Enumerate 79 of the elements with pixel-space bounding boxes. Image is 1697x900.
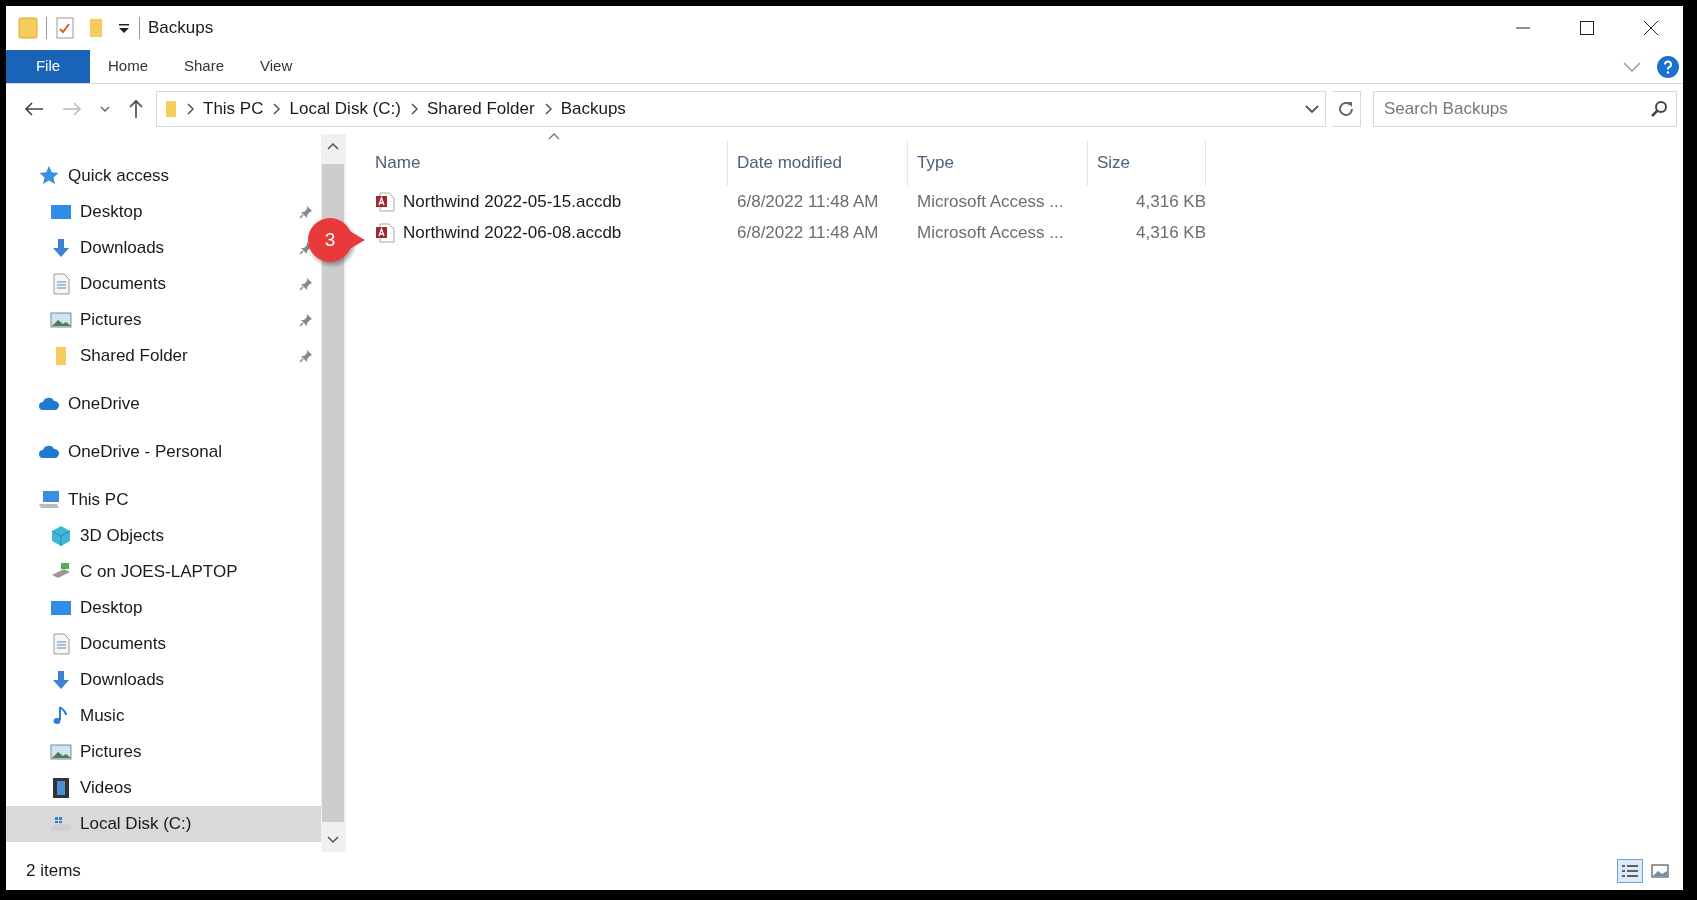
breadcrumb[interactable]: Shared Folder [426,96,535,122]
nav-item[interactable]: OneDrive [6,386,321,422]
nav-item[interactable]: Quick access [6,158,321,194]
refresh-icon[interactable] [1336,99,1356,119]
properties-icon[interactable] [55,16,75,40]
nav-item[interactable]: Local Disk (C:) [6,806,321,842]
help-icon[interactable] [1657,55,1679,78]
back-arrow-icon [24,101,44,117]
ribbon-tab[interactable]: Share [166,50,243,83]
close-icon [1643,20,1659,36]
access-file-icon [375,191,395,212]
chevron-icon [271,102,282,116]
column-header[interactable]: Name [366,140,728,186]
expand-ribbon-icon[interactable] [1623,60,1641,73]
file-type: Microsoft Access ... [916,190,1065,213]
nav-item[interactable]: This PC [6,482,321,518]
file-tab[interactable]: File [6,50,90,83]
file-size: 4,316 KB [1135,190,1206,213]
callout-tooltip: 3 [308,218,352,262]
nav-item[interactable]: Music [6,698,321,734]
column-header[interactable]: Date modified [728,140,908,186]
file-name[interactable]: Northwind 2022-06-08.accdb [403,219,622,246]
file-name[interactable]: Northwind 2022-05-15.accdb [403,188,622,215]
folder-icon [165,100,177,118]
ribbon-tab[interactable]: View [242,50,311,83]
minimize-icon [1515,27,1531,29]
breadcrumb[interactable]: This PC [203,96,264,122]
nav-item[interactable]: Videos [6,770,321,806]
search-field[interactable]: Search Backups [1382,95,1650,123]
file-date: 6/8/2022 11:48 AM [736,190,880,213]
computer-icon [38,489,60,511]
nav-item[interactable]: Pictures [6,734,321,770]
film-icon [50,777,72,799]
cube-icon [50,525,72,547]
star-icon [38,165,60,187]
scrollbar-thumb[interactable] [322,164,344,822]
chevron-down-icon [100,105,110,113]
dropdown-icon [1305,104,1319,114]
file-type: Microsoft Access ... [916,221,1065,244]
dropdown-icon[interactable] [117,21,131,35]
nav-item[interactable]: Pictures [6,302,321,338]
breadcrumb[interactable]: Local Disk (C:) [289,96,401,122]
address-bar[interactable]: This PC Local Disk (C:) Shared Folder Backups [156,91,1326,127]
maximize-icon [1579,20,1595,36]
item-count: 2 items [26,860,81,883]
nav-item[interactable]: Shared Folder [6,338,321,374]
column-header[interactable]: Size [1088,140,1206,186]
chevron-icon [408,102,419,116]
view-toggle-button[interactable] [1617,859,1643,883]
ribbon-tab[interactable]: Home [90,50,166,83]
document-icon [50,273,72,295]
file-size: 4,316 KB [1135,221,1206,244]
nav-item[interactable]: Desktop [6,590,321,626]
details-view-icon [1620,862,1640,880]
nav-item[interactable]: Documents [6,266,321,302]
up-arrow-icon [128,99,144,119]
nav-item[interactable]: Downloads [6,662,321,698]
search-icon [1650,100,1668,118]
nav-item[interactable]: Documents [6,626,321,662]
pictures-icon [50,741,72,763]
file-date: 6/8/2022 11:48 AM [736,221,880,244]
large-icons-view-icon [1650,862,1670,880]
nav-item[interactable]: C on JOES-LAPTOP [6,554,321,590]
pictures-icon [50,309,72,331]
forward-arrow-icon [62,101,82,117]
column-header[interactable]: Type [908,140,1088,186]
search-box[interactable]: Search Backups [1373,91,1677,127]
nav-item[interactable]: OneDrive - Personal [6,434,321,470]
document-icon [50,633,72,655]
folder-icon [18,16,38,40]
window-title: Backups [148,17,214,40]
download-icon [50,669,72,691]
breadcrumb[interactable]: Backups [560,96,626,122]
chevron-icon [185,102,195,116]
access-file-icon [375,222,395,243]
chevron-icon [542,102,553,116]
callout-arrow-tooltip [348,228,366,252]
download-icon [50,237,72,259]
nav-item[interactable]: 3D Objects [6,518,321,554]
